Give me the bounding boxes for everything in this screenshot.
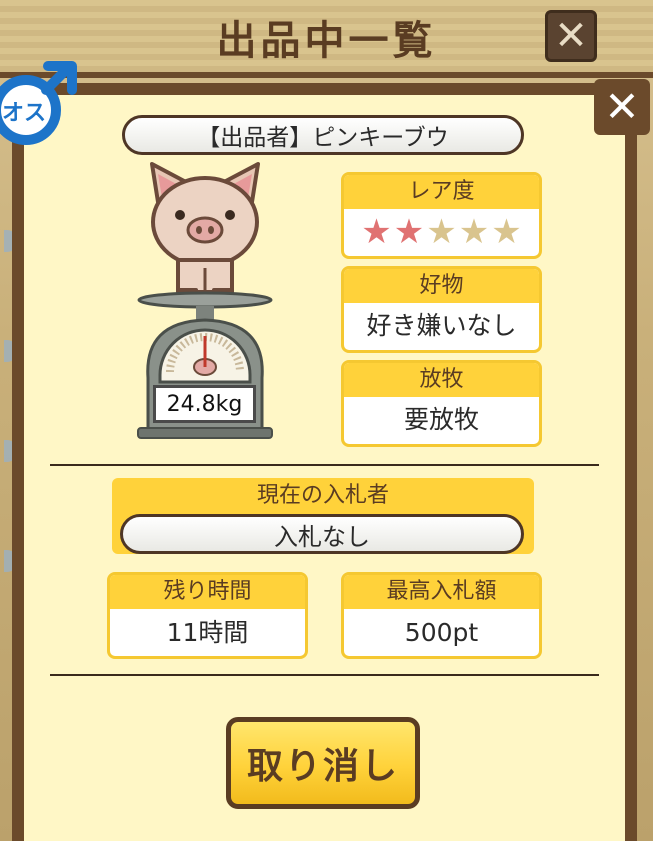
highest-bid-label: 最高入札額: [344, 575, 539, 609]
current-bidder-value: 入札なし: [274, 522, 370, 551]
rarity-label: レア度: [344, 175, 539, 209]
rarity-stars: ★ ★ ★ ★ ★: [344, 209, 539, 249]
star-filled-icon: ★: [361, 212, 392, 252]
background-window-header: 出品中一覧 ✕: [0, 0, 653, 78]
grazing-card: 放牧 要放牧: [341, 360, 542, 447]
star-empty-icon: ★: [426, 212, 457, 252]
seller-name-pill: 【出品者】ピンキーブウ: [122, 115, 524, 155]
time-left-card: 残り時間 11時間: [107, 572, 308, 659]
time-left-value: 11時間: [166, 618, 249, 647]
section-divider: [50, 464, 599, 466]
highest-bid-value: 500pt: [404, 618, 479, 647]
favorite-food-card: 好物 好き嫌いなし: [341, 266, 542, 353]
current-bidder-pill: 入札なし: [120, 514, 524, 554]
male-symbol-icon: オス: [0, 61, 77, 145]
grazing-label: 放牧: [344, 363, 539, 397]
grazing-value: 要放牧: [403, 405, 479, 434]
star-empty-icon: ★: [458, 212, 490, 252]
star-filled-icon: ★: [393, 212, 425, 252]
weight-readout: 24.8kg: [153, 385, 256, 423]
seller-name: 【出品者】ピンキーブウ: [197, 125, 449, 151]
pig-weight: 24.8kg: [166, 391, 243, 417]
highest-bid-card: 最高入札額 500pt: [341, 572, 542, 659]
current-bidder-card: 現在の入札者 入札なし: [112, 478, 534, 554]
rarity-card: レア度 ★ ★ ★ ★ ★: [341, 172, 542, 259]
star-empty-icon: ★: [491, 212, 522, 252]
cancel-button-label: 取り消し: [246, 746, 399, 787]
background-close-button[interactable]: ✕: [545, 10, 597, 62]
cancel-listing-button[interactable]: 取り消し: [226, 717, 420, 809]
favorite-food-value: 好き嫌いなし: [366, 311, 517, 340]
close-icon: ✕: [604, 82, 640, 131]
gender-label: オス: [2, 101, 46, 126]
time-left-label: 残り時間: [110, 575, 305, 609]
current-bidder-label: 現在の入札者: [256, 483, 389, 508]
dialog-close-button[interactable]: ✕: [594, 79, 650, 135]
close-icon: ✕: [554, 13, 588, 59]
section-divider: [50, 674, 599, 676]
favorite-food-label: 好物: [344, 269, 539, 303]
